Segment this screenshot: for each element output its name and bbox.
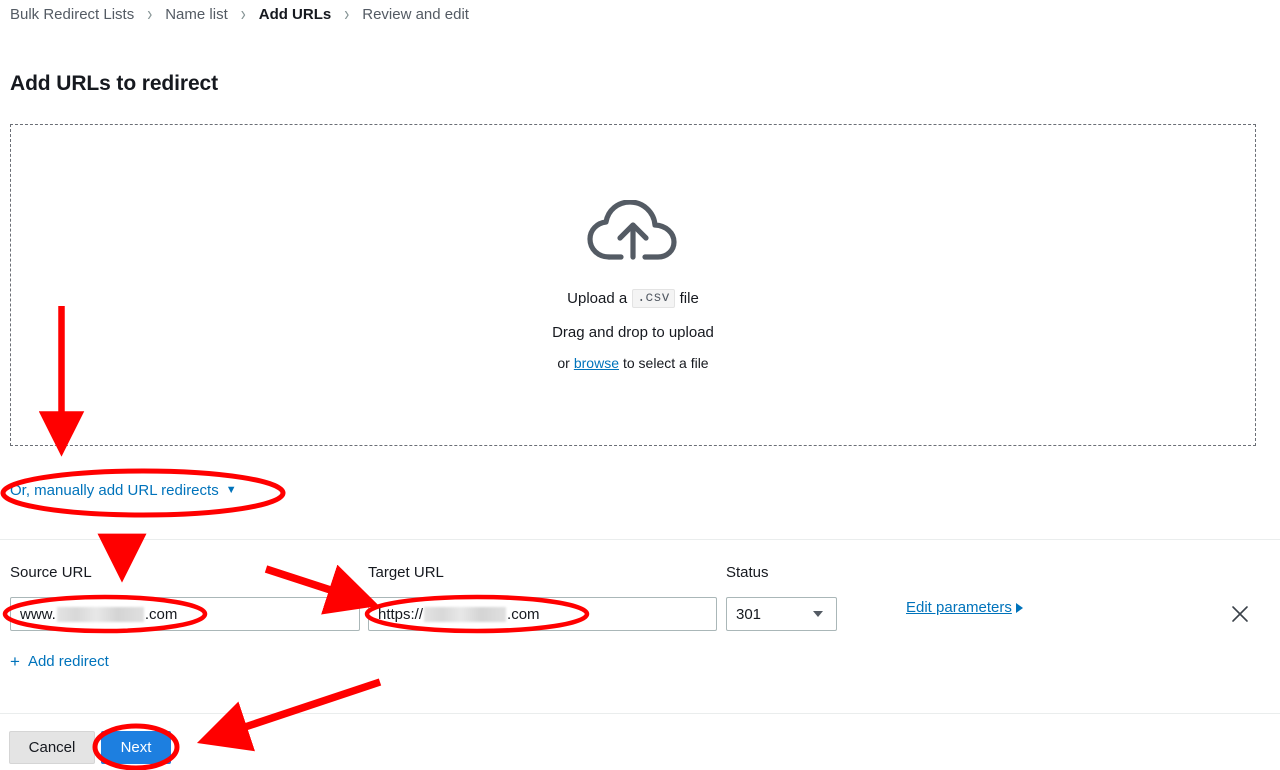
target-url-redacted <box>424 606 507 622</box>
section-divider-bottom <box>0 713 1280 714</box>
source-url-suffix: .com <box>144 605 178 623</box>
source-url-input[interactable]: www. .com <box>10 597 360 631</box>
add-redirect-button[interactable]: + Add redirect <box>10 653 109 670</box>
remove-redirect-row-button[interactable] <box>1229 603 1251 625</box>
plus-icon: + <box>10 652 20 671</box>
dropzone-file-type: .csv <box>632 288 675 308</box>
browse-link[interactable]: browse <box>574 355 619 371</box>
cancel-button[interactable]: Cancel <box>9 731 95 764</box>
chevron-down-icon <box>813 611 823 617</box>
add-redirect-label: Add redirect <box>27 653 109 670</box>
dropzone-drag-text: Drag and drop to upload <box>552 323 714 341</box>
source-url-prefix: www. <box>20 605 56 623</box>
breadcrumb-separator-icon: › <box>344 2 350 26</box>
target-url-suffix: .com <box>507 605 540 623</box>
dropzone-upload-text: Upload a .csv file <box>567 288 699 308</box>
dropzone-upload-prefix: Upload a <box>567 289 628 307</box>
breadcrumb-item-name-list[interactable]: Name list <box>165 6 228 23</box>
edit-parameters-label: Edit parameters <box>906 599 1012 616</box>
edit-parameters-link[interactable]: Edit parameters <box>906 599 1023 616</box>
breadcrumb-separator-icon: › <box>240 2 246 26</box>
arrow-to-next-button <box>196 678 382 752</box>
breadcrumb: Bulk Redirect Lists › Name list › Add UR… <box>10 0 469 28</box>
next-button[interactable]: Next <box>101 731 171 764</box>
target-url-prefix: https:// <box>378 605 424 623</box>
dropzone-or-text: or <box>557 354 570 371</box>
page-title: Add URLs to redirect <box>10 72 219 96</box>
page-root: Bulk Redirect Lists › Name list › Add UR… <box>0 0 1280 770</box>
dropzone-browse-row: or browse to select a file <box>557 355 708 371</box>
status-label: Status <box>726 564 769 581</box>
breadcrumb-item-add-urls[interactable]: Add URLs <box>259 6 332 23</box>
arrow-to-target-url <box>264 564 380 615</box>
file-dropzone[interactable]: Upload a .csv file Drag and drop to uplo… <box>10 124 1256 446</box>
dropzone-select-text: to select a file <box>622 354 709 371</box>
status-select-value: 301 <box>736 605 762 623</box>
section-divider-top <box>0 539 1280 540</box>
chevron-right-icon <box>1015 602 1023 613</box>
dropzone-upload-suffix: file <box>679 289 699 307</box>
manual-add-redirects-label: Or, manually add URL redirects <box>10 482 219 499</box>
source-url-redacted <box>56 606 144 622</box>
breadcrumb-separator-icon: › <box>147 2 153 26</box>
target-url-label: Target URL <box>368 564 444 581</box>
status-select[interactable]: 301 <box>726 597 837 631</box>
breadcrumb-item-bulk-redirect-lists[interactable]: Bulk Redirect Lists <box>10 6 134 23</box>
chevron-down-icon: ▼ <box>225 484 237 496</box>
source-url-label: Source URL <box>10 564 92 581</box>
manual-add-redirects-toggle[interactable]: Or, manually add URL redirects ▼ <box>10 482 237 499</box>
target-url-input[interactable]: https:// .com <box>368 597 717 631</box>
breadcrumb-item-review-and-edit[interactable]: Review and edit <box>362 6 469 23</box>
cloud-upload-icon <box>587 198 679 267</box>
